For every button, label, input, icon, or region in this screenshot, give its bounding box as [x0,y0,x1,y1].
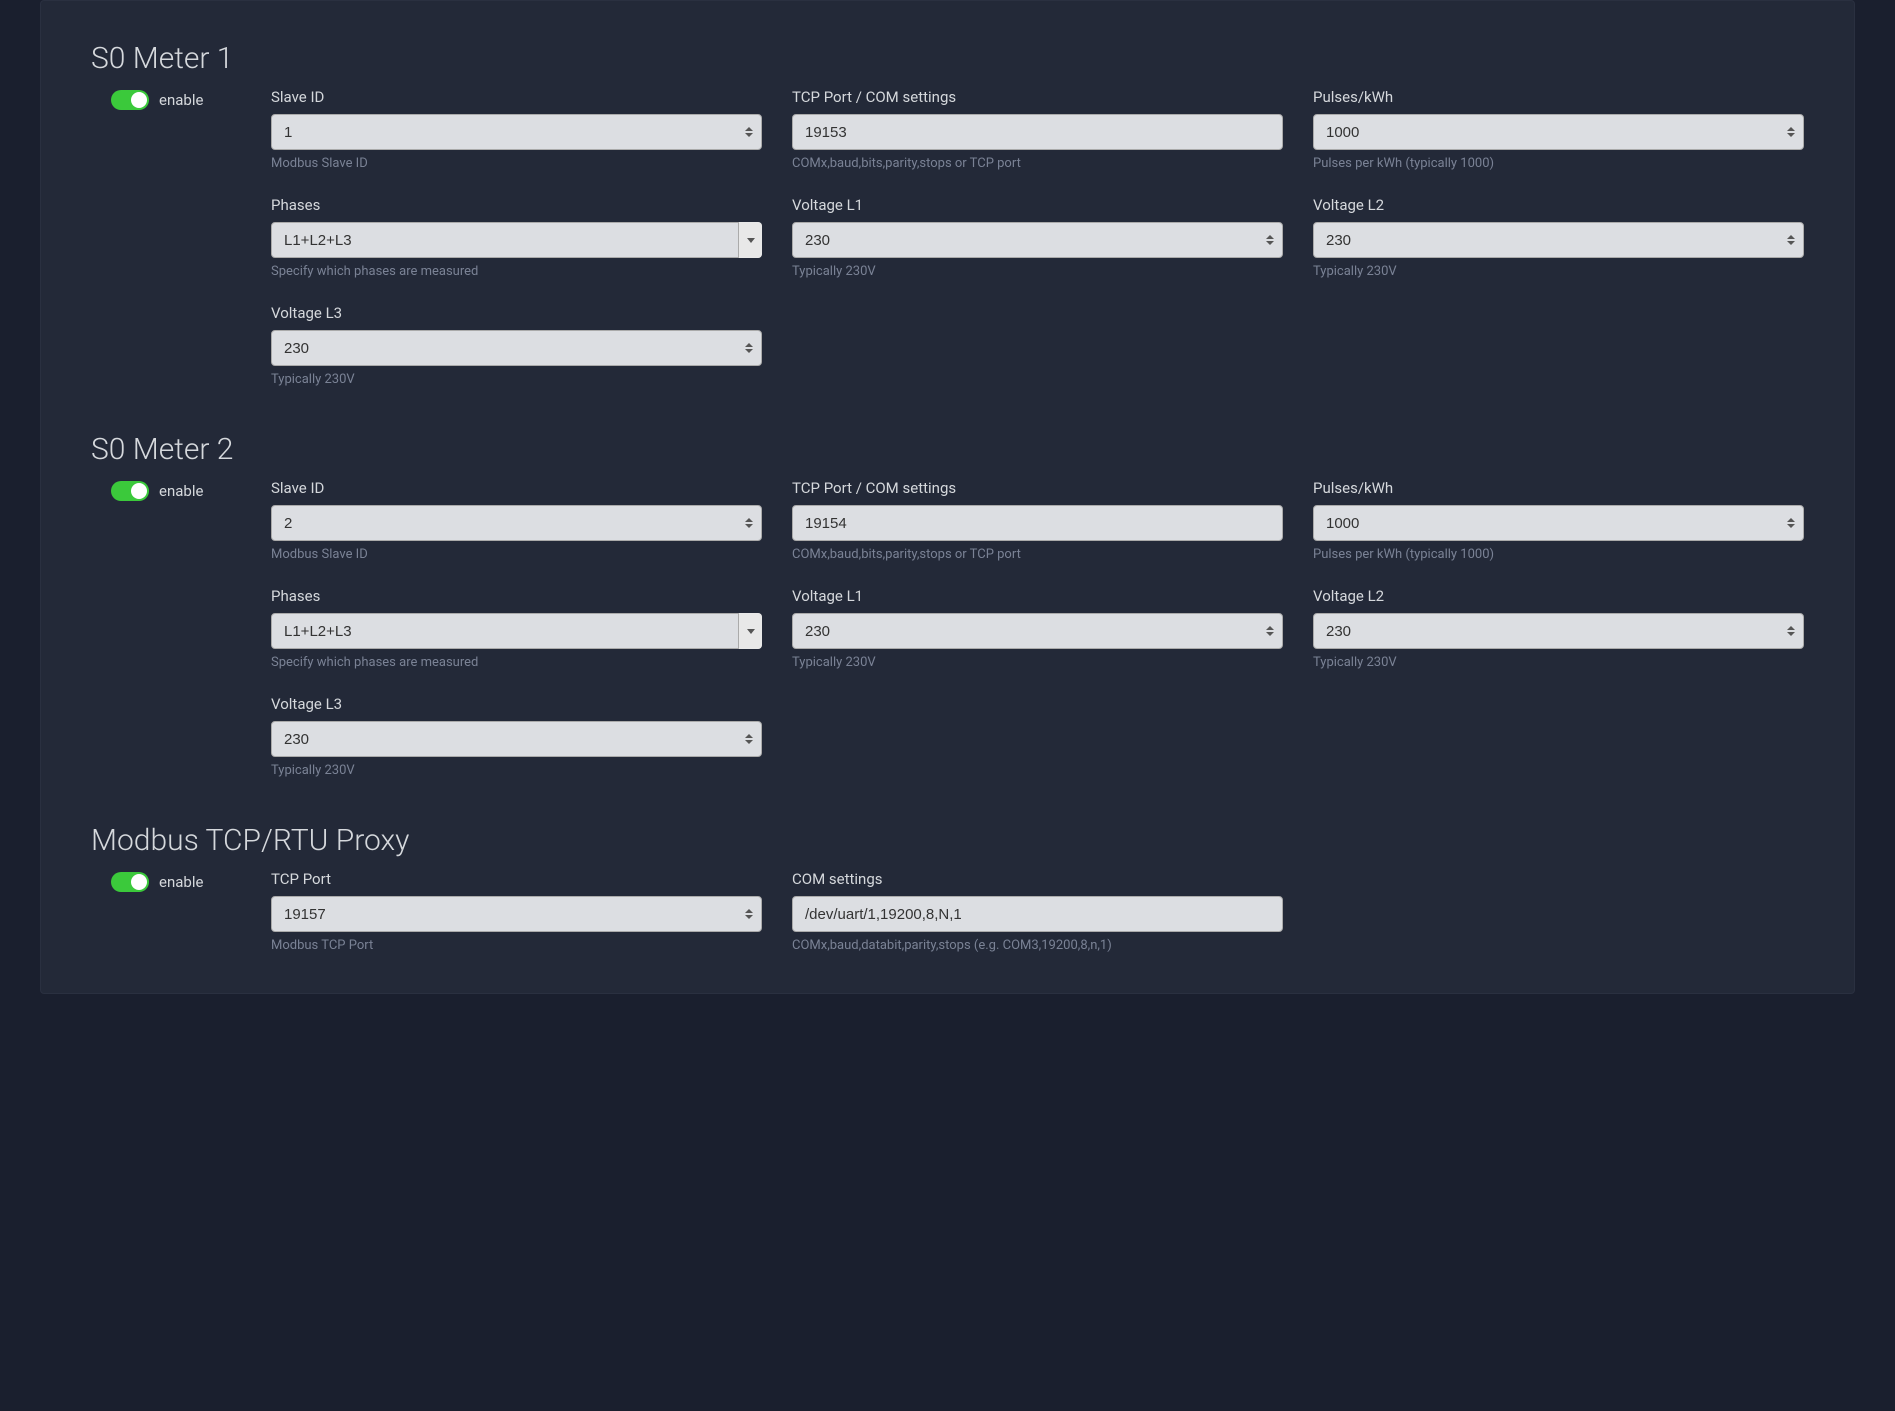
slave-id-input-meter2[interactable] [271,505,762,541]
pulses-label: Pulses/kWh [1313,88,1804,106]
voltage-l1-label: Voltage L1 [792,196,1283,214]
voltage-l2-input-meter2[interactable] [1313,613,1804,649]
tcp-port-input-meter1[interactable] [792,114,1283,150]
phases-select-meter1[interactable] [271,222,762,258]
tcp-port-label: TCP Port / COM settings [792,88,1283,106]
com-settings-hint: COMx,baud,databit,parity,stops (e.g. COM… [792,938,1283,953]
section-modbus-proxy: Modbus TCP/RTU Proxy enable TCP Port [91,823,1804,953]
section-s0-meter-2: S0 Meter 2 enable Slave ID M [91,432,1804,778]
phases-hint: Specify which phases are measured [271,655,762,670]
pulses-label: Pulses/kWh [1313,479,1804,497]
voltage-l3-input-meter2[interactable] [271,721,762,757]
enable-label: enable [159,482,203,500]
voltage-l2-input-meter1[interactable] [1313,222,1804,258]
voltage-l3-hint: Typically 230V [271,372,762,387]
voltage-l3-label: Voltage L3 [271,304,762,322]
tcp-port-input-proxy[interactable] [271,896,762,932]
enable-label: enable [159,873,203,891]
com-settings-label: COM settings [792,870,1283,888]
enable-toggle-meter2[interactable] [111,481,149,501]
settings-panel: S0 Meter 1 enable Slave ID M [40,0,1855,994]
tcp-port-label: TCP Port / COM settings [792,479,1283,497]
voltage-l3-hint: Typically 230V [271,763,762,778]
slave-id-hint: Modbus Slave ID [271,547,762,562]
com-settings-input-proxy[interactable] [792,896,1283,932]
voltage-l2-label: Voltage L2 [1313,587,1804,605]
pulses-hint: Pulses per kWh (typically 1000) [1313,156,1804,171]
voltage-l1-label: Voltage L1 [792,587,1283,605]
voltage-l3-input-meter1[interactable] [271,330,762,366]
enable-toggle-proxy[interactable] [111,872,149,892]
phases-label: Phases [271,587,762,605]
voltage-l1-input-meter2[interactable] [792,613,1283,649]
slave-id-input-meter1[interactable] [271,114,762,150]
enable-label: enable [159,91,203,109]
tcp-port-hint: Modbus TCP Port [271,938,762,953]
section-title: S0 Meter 1 [91,41,1804,76]
section-s0-meter-1: S0 Meter 1 enable Slave ID M [91,41,1804,387]
tcp-port-hint: COMx,baud,bits,parity,stops or TCP port [792,156,1283,171]
pulses-hint: Pulses per kWh (typically 1000) [1313,547,1804,562]
voltage-l1-input-meter1[interactable] [792,222,1283,258]
voltage-l1-hint: Typically 230V [792,264,1283,279]
voltage-l1-hint: Typically 230V [792,655,1283,670]
tcp-port-label: TCP Port [271,870,762,888]
tcp-port-input-meter2[interactable] [792,505,1283,541]
section-title: S0 Meter 2 [91,432,1804,467]
tcp-port-hint: COMx,baud,bits,parity,stops or TCP port [792,547,1283,562]
slave-id-label: Slave ID [271,88,762,106]
phases-hint: Specify which phases are measured [271,264,762,279]
pulses-input-meter1[interactable] [1313,114,1804,150]
pulses-input-meter2[interactable] [1313,505,1804,541]
slave-id-hint: Modbus Slave ID [271,156,762,171]
phases-label: Phases [271,196,762,214]
slave-id-label: Slave ID [271,479,762,497]
section-title: Modbus TCP/RTU Proxy [91,823,1804,858]
phases-select-meter2[interactable] [271,613,762,649]
enable-toggle-meter1[interactable] [111,90,149,110]
voltage-l3-label: Voltage L3 [271,695,762,713]
voltage-l2-hint: Typically 230V [1313,655,1804,670]
voltage-l2-hint: Typically 230V [1313,264,1804,279]
voltage-l2-label: Voltage L2 [1313,196,1804,214]
